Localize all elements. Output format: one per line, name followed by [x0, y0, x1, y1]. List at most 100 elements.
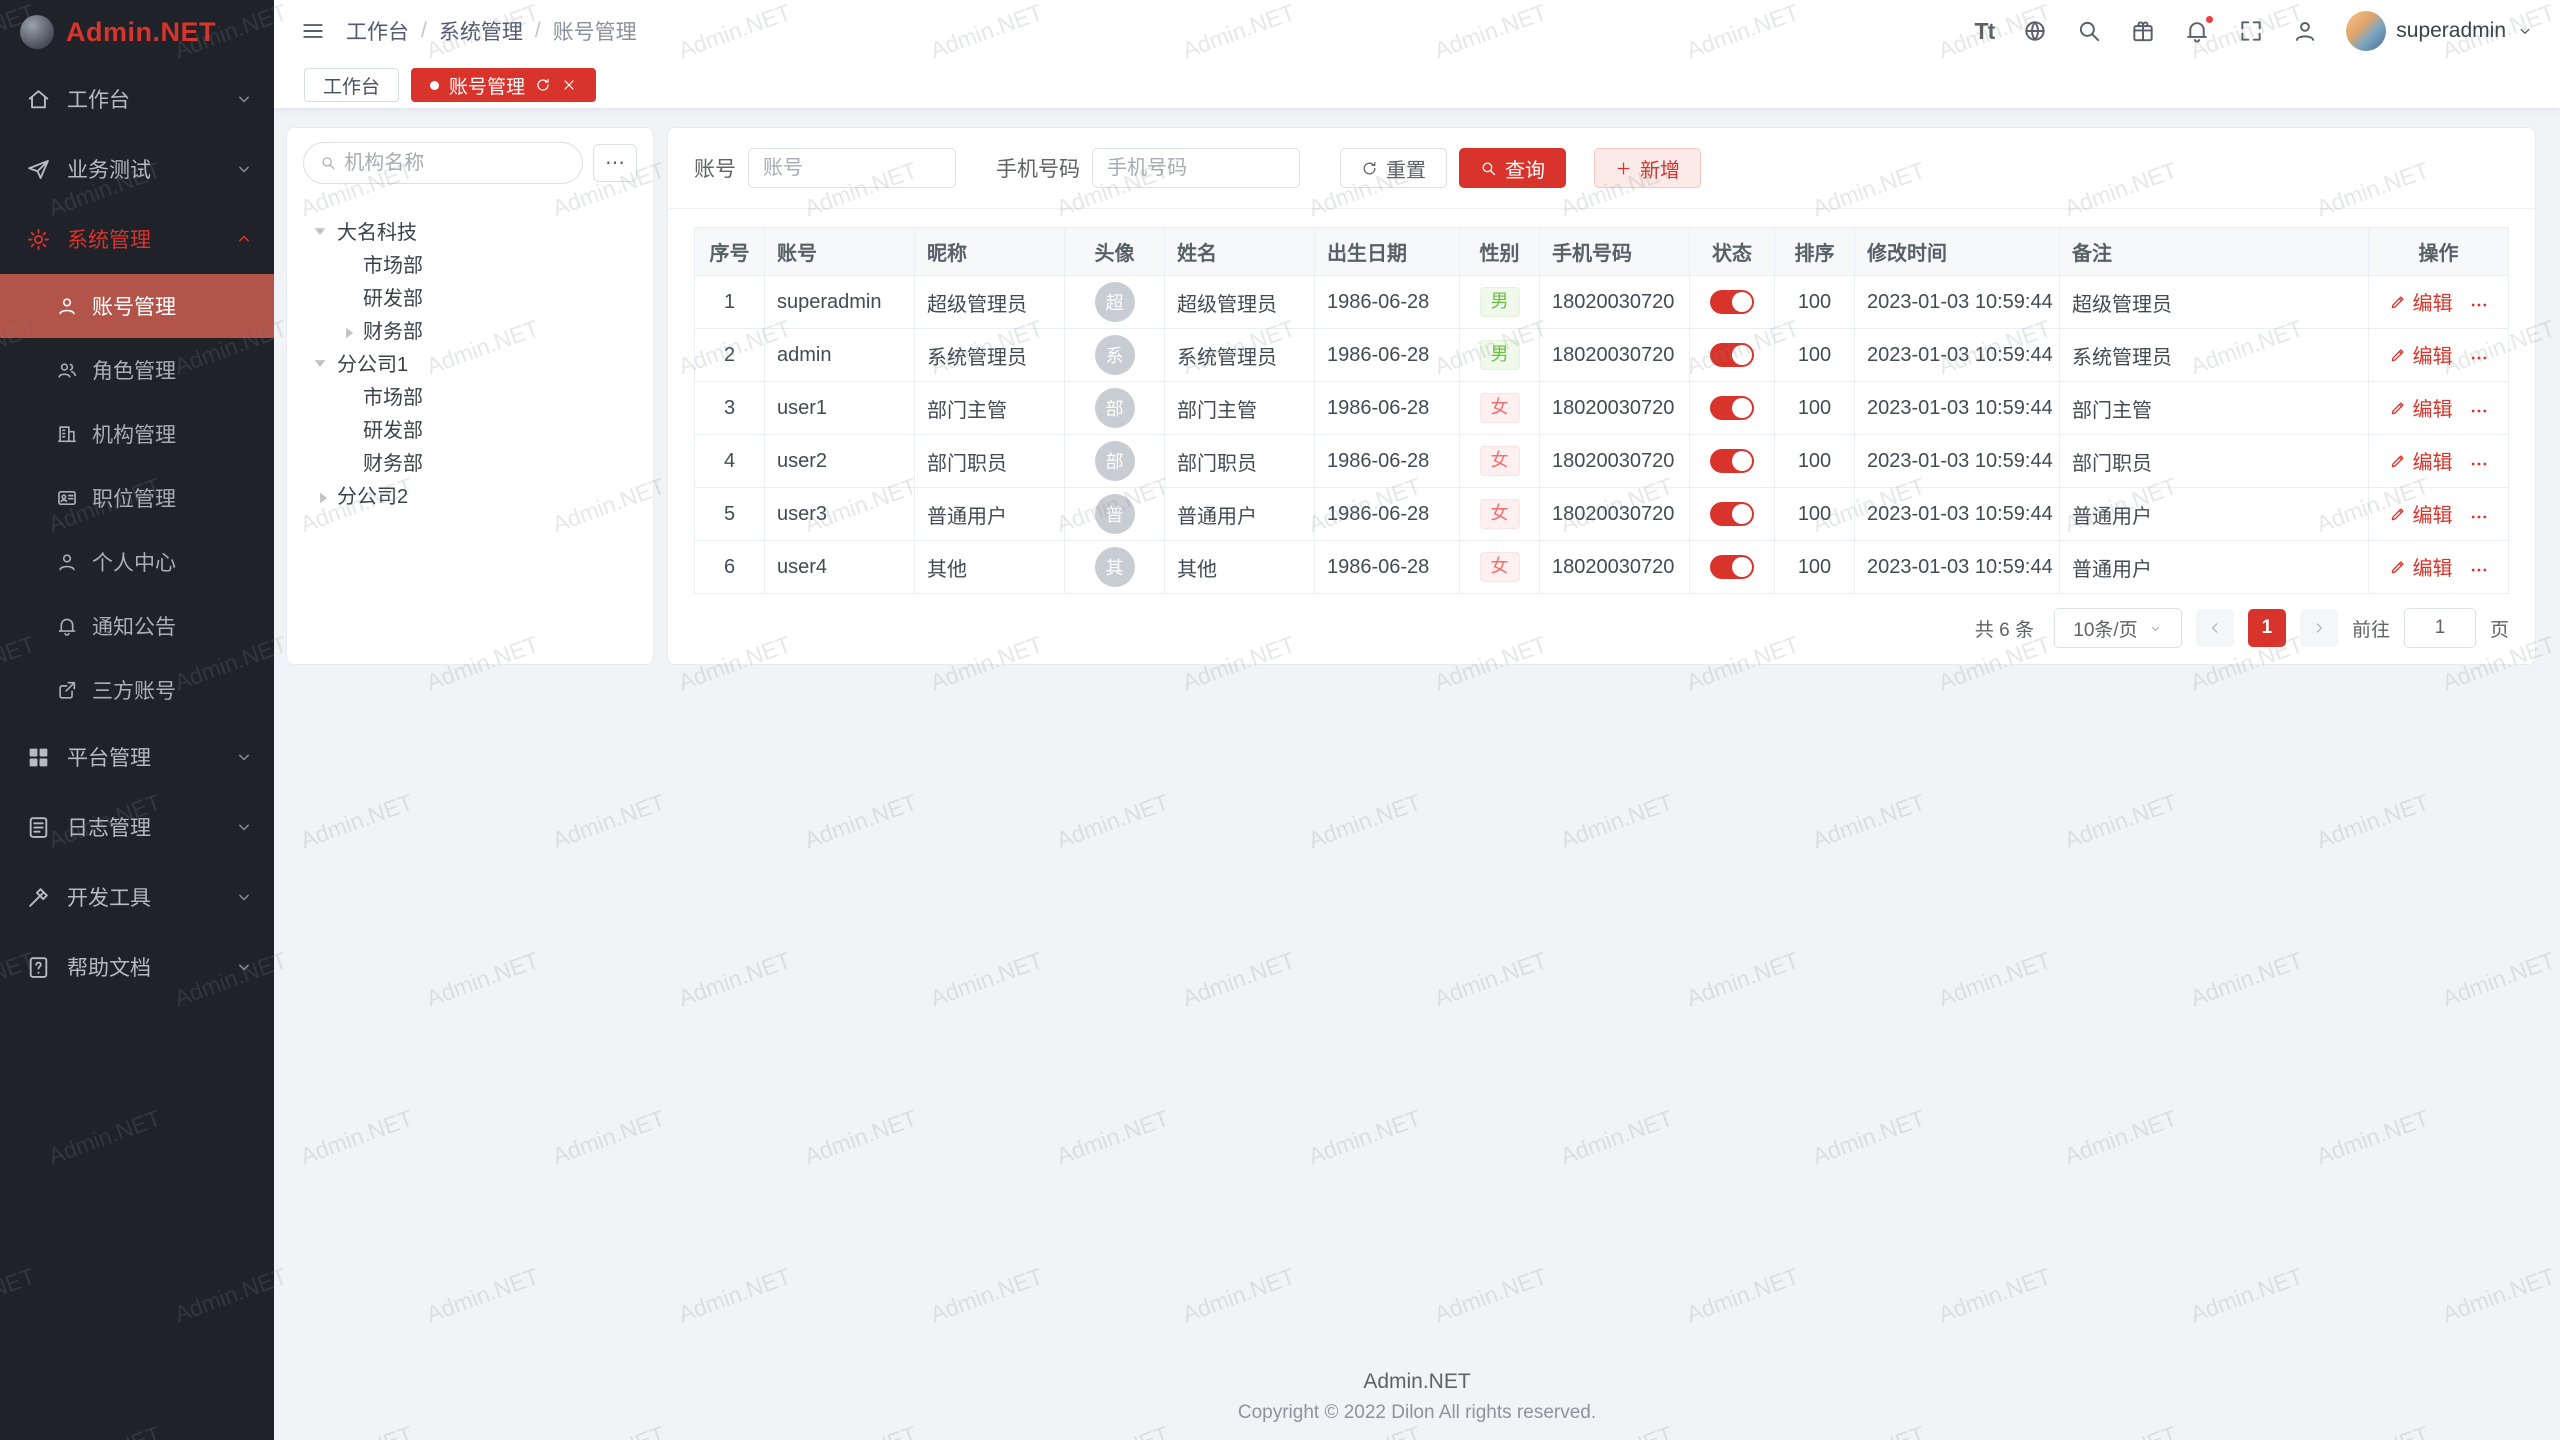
font-size-icon[interactable]: Tt: [1975, 18, 1995, 45]
column-header: 序号: [695, 228, 765, 276]
tree-node[interactable]: 大名科技: [303, 214, 637, 247]
page-number-button[interactable]: 1: [2248, 609, 2286, 647]
status-toggle[interactable]: [1710, 343, 1754, 367]
row-more-button[interactable]: [2469, 348, 2489, 368]
sidebar-item-label: 系统管理: [67, 224, 151, 254]
topbar: 工作台 / 系统管理 / 账号管理 Tt superadmin: [274, 0, 2560, 62]
tab-refresh-icon[interactable]: [535, 77, 551, 93]
goto-page-input[interactable]: [2404, 608, 2476, 648]
sidebar-subitem[interactable]: 通知公告: [0, 594, 274, 658]
phone-label: 手机号码: [996, 153, 1080, 183]
next-page-button[interactable]: [2300, 609, 2338, 647]
phone-input[interactable]: [1092, 148, 1300, 188]
breadcrumb-item: 账号管理: [553, 16, 637, 46]
breadcrumb: 工作台 / 系统管理 / 账号管理: [346, 16, 637, 46]
chevron-down-icon: [2148, 621, 2163, 636]
page-tab[interactable]: 工作台: [304, 68, 399, 102]
sidebar-subitem[interactable]: 机构管理: [0, 402, 274, 466]
row-more-button[interactable]: [2469, 507, 2489, 527]
page-size-select[interactable]: 10条/页: [2054, 608, 2182, 648]
edit-button[interactable]: 编辑: [2389, 499, 2453, 528]
org-more-button[interactable]: ⋯: [593, 144, 637, 182]
sidebar-item[interactable]: 系统管理: [0, 204, 274, 274]
search-icon[interactable]: [2076, 18, 2102, 44]
edit-icon: [2389, 505, 2407, 523]
user-icon[interactable]: [2292, 18, 2318, 44]
user-avatar[interactable]: [2346, 11, 2386, 51]
org-search-input[interactable]: [344, 152, 566, 175]
sidebar-subitem[interactable]: 角色管理: [0, 338, 274, 402]
notification-bell-icon[interactable]: [2184, 18, 2210, 44]
tab-close-icon[interactable]: [561, 77, 577, 93]
sidebar-item[interactable]: 工作台: [0, 64, 274, 134]
status-toggle[interactable]: [1710, 502, 1754, 526]
tree-node[interactable]: 分公司2: [303, 478, 637, 511]
tree-node[interactable]: 财务部: [303, 313, 637, 346]
edit-button[interactable]: 编辑: [2389, 340, 2453, 369]
column-header: 头像: [1065, 228, 1165, 276]
edit-button[interactable]: 编辑: [2389, 446, 2453, 475]
tree-node[interactable]: 研发部: [303, 412, 637, 445]
tree-node[interactable]: 市场部: [303, 379, 637, 412]
cell-name: 普通用户: [1165, 488, 1315, 541]
cell-avatar: 普: [1065, 488, 1165, 541]
tree-node[interactable]: 市场部: [303, 247, 637, 280]
caret-icon[interactable]: [316, 353, 330, 373]
breadcrumb-item[interactable]: 工作台: [346, 16, 409, 46]
search-button[interactable]: 查询: [1459, 148, 1566, 188]
column-header: 性别: [1460, 228, 1540, 276]
caret-icon[interactable]: [316, 221, 330, 241]
page-tab[interactable]: 账号管理: [411, 68, 596, 102]
row-more-button[interactable]: [2469, 454, 2489, 474]
page-size-value: 10条/页: [2073, 615, 2137, 642]
sidebar-subitem-label: 角色管理: [92, 355, 176, 385]
sidebar-item[interactable]: 日志管理: [0, 792, 274, 862]
account-input[interactable]: [748, 148, 956, 188]
edit-button[interactable]: 编辑: [2389, 287, 2453, 316]
user-menu[interactable]: superadmin: [2346, 11, 2534, 51]
sidebar-item[interactable]: 开发工具: [0, 862, 274, 932]
username: superadmin: [2396, 19, 2506, 43]
cell-remark: 超级管理员: [2060, 276, 2369, 329]
edit-button[interactable]: 编辑: [2389, 552, 2453, 581]
edit-button[interactable]: 编辑: [2389, 393, 2453, 422]
send-icon: [26, 157, 51, 182]
caret-icon[interactable]: [313, 488, 333, 502]
row-more-button[interactable]: [2469, 295, 2489, 315]
tools-icon: [26, 885, 51, 910]
sidebar-subitem[interactable]: 账号管理: [0, 274, 274, 338]
sidebar-item[interactable]: 平台管理: [0, 722, 274, 792]
caret-icon[interactable]: [339, 323, 359, 337]
tree-node[interactable]: 财务部: [303, 445, 637, 478]
status-toggle[interactable]: [1710, 449, 1754, 473]
prev-page-button[interactable]: [2196, 609, 2234, 647]
globe-icon[interactable]: [2022, 18, 2048, 44]
fullscreen-icon[interactable]: [2238, 18, 2264, 44]
sidebar-item[interactable]: 帮助文档: [0, 932, 274, 1002]
add-button[interactable]: 新增: [1594, 148, 1701, 188]
cell-status: [1690, 329, 1775, 382]
breadcrumb-item[interactable]: 系统管理: [439, 16, 523, 46]
app-logo[interactable]: Admin.NET: [0, 0, 274, 64]
sidebar-subitem[interactable]: 职位管理: [0, 466, 274, 530]
tree-node[interactable]: 研发部: [303, 280, 637, 313]
tree-node[interactable]: 分公司1: [303, 346, 637, 379]
sidebar-subitem[interactable]: 三方账号: [0, 658, 274, 722]
sidebar-item[interactable]: 业务测试: [0, 134, 274, 204]
column-header: 手机号码: [1540, 228, 1690, 276]
status-toggle[interactable]: [1710, 396, 1754, 420]
sidebar-subitem[interactable]: 个人中心: [0, 530, 274, 594]
status-toggle[interactable]: [1710, 555, 1754, 579]
cell-actions: 编辑: [2369, 382, 2509, 435]
gift-icon[interactable]: [2130, 18, 2156, 44]
user-avatar: 超: [1095, 282, 1135, 322]
row-more-button[interactable]: [2469, 401, 2489, 421]
menu-collapse-icon[interactable]: [300, 18, 326, 44]
status-toggle[interactable]: [1710, 290, 1754, 314]
cell-modified: 2023-01-03 10:59:44: [1855, 435, 2060, 488]
row-more-button[interactable]: [2469, 560, 2489, 580]
reset-button[interactable]: 重置: [1340, 148, 1447, 188]
home-icon: [26, 87, 51, 112]
cell-actions: 编辑: [2369, 488, 2509, 541]
table-row: 2admin系统管理员系系统管理员1986-06-28男180200307201…: [695, 329, 2509, 382]
